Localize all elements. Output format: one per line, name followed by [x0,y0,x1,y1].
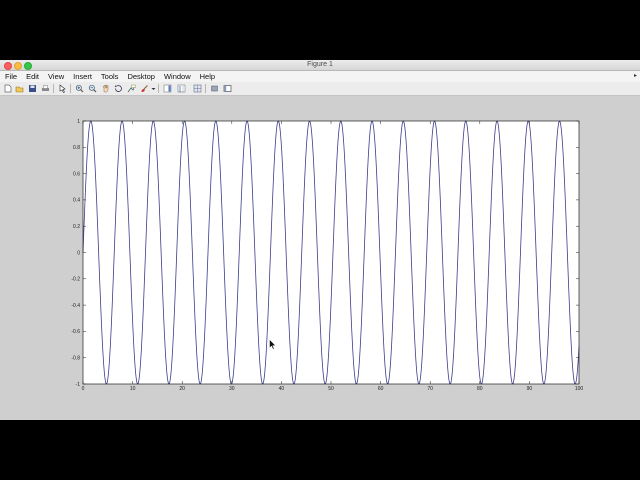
y-tick-label: -0.6 [71,329,80,335]
toolbar-separator [158,84,159,93]
brush-dropdown-icon[interactable] [149,84,156,93]
hide-plot-tools-icon[interactable] [210,84,219,93]
x-tick-label: 0 [82,386,85,392]
legend-icon-2[interactable] [193,84,202,93]
plot-axes[interactable]: 0 10 20 30 40 50 60 70 80 90 100 1 0.8 0.6 0.4 0.2 0 -0.2… [0,96,640,420]
title-bar: Figure 1 [0,60,640,71]
x-tick-label: 60 [378,386,384,392]
menu-overflow-icon[interactable]: ▸ [634,71,637,82]
y-tick-label: -0.8 [71,356,80,362]
x-tick-label: 30 [229,386,235,392]
rotate-3d-icon[interactable] [114,84,123,93]
menu-edit[interactable]: Edit [21,71,43,82]
menu-insert[interactable]: Insert [68,71,96,82]
mouse-cursor-icon [269,339,276,350]
menu-file[interactable]: File [0,71,21,82]
menu-window[interactable]: Window [159,71,195,82]
x-tick-label: 50 [328,386,334,392]
edit-plot-icon[interactable] [58,84,67,93]
x-tick-label: 90 [527,386,533,392]
toolbar-separator [205,84,206,93]
print-icon[interactable] [41,84,50,93]
menu-view[interactable]: View [43,71,68,82]
x-tick-label: 40 [279,386,285,392]
menu-bar: File Edit View Insert Tools Desktop Wind… [0,71,640,82]
new-figure-icon[interactable] [3,84,12,93]
y-tick-label: -1 [76,382,81,388]
window-title: Figure 1 [307,61,333,68]
toolbar-separator [53,84,54,93]
show-plot-tools-icon[interactable] [223,84,232,93]
x-tick-label: 100 [575,386,584,392]
figure-toolbar [0,82,640,96]
menu-tools[interactable]: Tools [96,71,123,82]
figure-window: Figure 1 File Edit View Insert Tools Des… [0,60,640,420]
y-tick-label: 0.2 [73,224,80,230]
menu-desktop[interactable]: Desktop [122,71,159,82]
y-tick-label: 1 [77,119,80,125]
legend-icon[interactable] [177,84,186,93]
toolbar-separator [70,84,71,93]
figure-canvas: 0 10 20 30 40 50 60 70 80 90 100 1 0.8 0.6 0.4 0.2 0 -0.2… [0,96,640,420]
zoom-out-icon[interactable] [88,84,97,93]
open-file-icon[interactable] [15,84,24,93]
x-tick-label: 70 [427,386,433,392]
save-icon[interactable] [28,84,37,93]
colorbar-icon[interactable] [163,84,172,93]
y-tick-label: -0.2 [71,277,80,283]
brush-icon[interactable] [140,84,149,93]
y-tick-label: 0.8 [73,145,80,151]
zoom-in-icon[interactable] [75,84,84,93]
y-tick-label: 0 [77,250,80,256]
y-tick-label: 0.6 [73,171,80,177]
pan-icon[interactable] [101,84,110,93]
y-tick-label: -0.4 [71,303,80,309]
x-tick-label: 10 [130,386,136,392]
data-cursor-icon[interactable] [127,84,136,93]
x-tick-label: 80 [477,386,483,392]
x-tick-label: 20 [179,386,185,392]
menu-help[interactable]: Help [195,71,219,82]
y-tick-label: 0.4 [73,198,80,204]
